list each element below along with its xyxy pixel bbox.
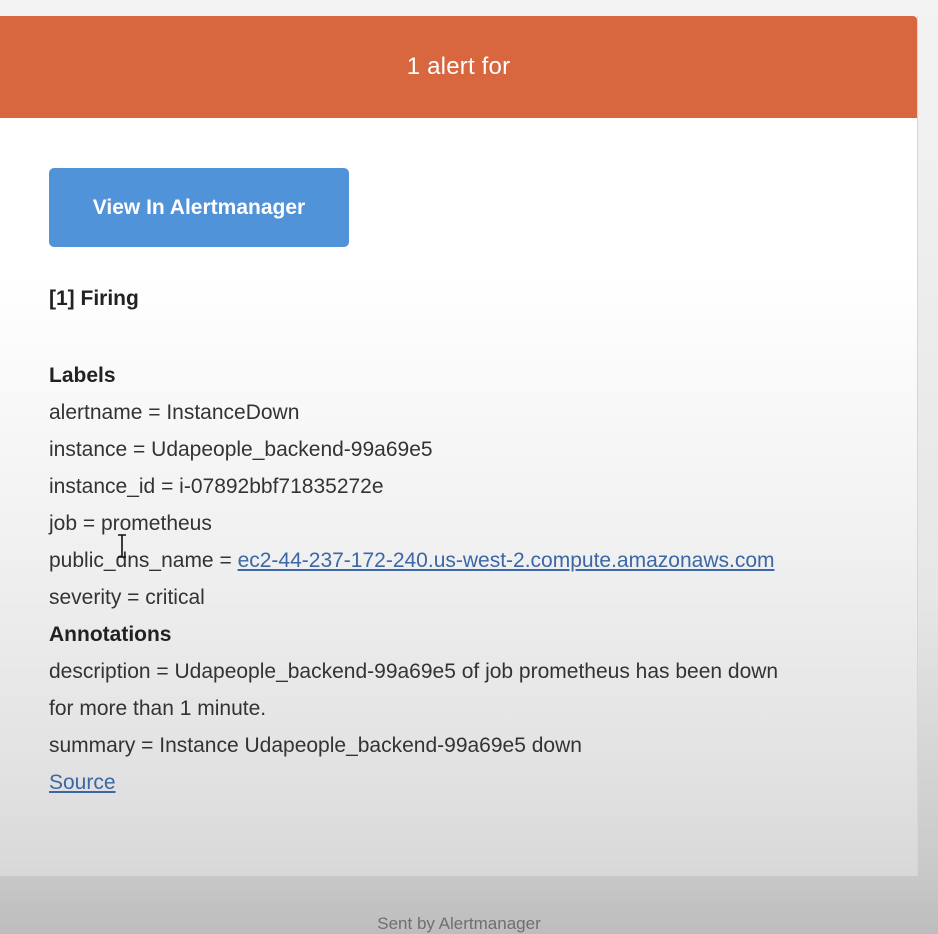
firing-heading: [1] Firing <box>49 287 139 310</box>
source-row: Source <box>49 764 917 801</box>
annotation-description-line2: for more than 1 minute. <box>49 697 267 720</box>
label-instance-id: instance_id = i-07892bbf71835272e <box>49 475 384 498</box>
alert-header: 1 alert for <box>0 16 917 118</box>
annotation-description-line1: description = Udapeople_backend-99a69e5 … <box>49 660 779 683</box>
alert-content: View In Alertmanager [1] Firing Labels a… <box>0 118 917 801</box>
label-instance: instance = Udapeople_backend-99a69e5 <box>49 438 433 461</box>
footer-text: Sent by Alertmanager <box>377 914 541 933</box>
public-dns-name-label: public_dns_name = <box>49 549 238 572</box>
text-cursor-icon <box>118 534 126 558</box>
label-alertname: alertname = InstanceDown <box>49 401 300 424</box>
annotations-heading: Annotations <box>49 623 172 646</box>
source-link[interactable]: Source <box>49 771 116 794</box>
public-dns-link[interactable]: ec2-44-237-172-240.us-west-2.compute.ama… <box>238 549 775 572</box>
label-severity: severity = critical <box>49 586 205 609</box>
alert-header-title: 1 alert for <box>406 53 511 80</box>
label-job: job = prometheus <box>49 512 212 535</box>
label-public-dns-name: public_dns_name = ec2-44-237-172-240.us-… <box>49 542 917 579</box>
alert-email-card: 1 alert for View In Alertmanager [1] Fir… <box>0 16 918 876</box>
view-in-alertmanager-button[interactable]: View In Alertmanager <box>49 168 349 247</box>
annotation-summary: summary = Instance Udapeople_backend-99a… <box>49 734 582 757</box>
labels-heading: Labels <box>49 364 116 387</box>
